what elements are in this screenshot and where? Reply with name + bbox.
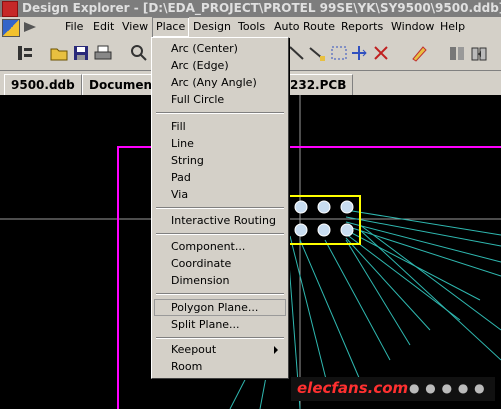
menu-separator: [156, 293, 284, 295]
move-selection-icon[interactable]: [350, 44, 368, 62]
menu-item-arc-any-angle[interactable]: Arc (Any Angle): [154, 74, 286, 91]
pencil-icon[interactable]: [410, 44, 428, 62]
menu-item-dimension[interactable]: Dimension: [154, 272, 286, 289]
tab-9500-ddb[interactable]: 9500.ddb: [4, 74, 82, 95]
interactive-route-icon[interactable]: [288, 44, 306, 62]
menu-item-keepout-label: Keepout: [171, 343, 217, 356]
menu-separator: [156, 112, 284, 114]
tab-232-pcb[interactable]: 232.PCB: [284, 74, 354, 95]
explorer-arrow-icon[interactable]: [24, 22, 36, 32]
menu-design[interactable]: Design: [189, 17, 235, 37]
menu-item-pad[interactable]: Pad: [154, 169, 286, 186]
menu-item-fill[interactable]: Fill: [154, 118, 286, 135]
place-line-icon[interactable]: [308, 44, 326, 62]
browse-library-icon[interactable]: [470, 44, 488, 62]
pad: [317, 223, 331, 237]
menu-window[interactable]: Window: [387, 17, 438, 37]
menu-item-room[interactable]: Room: [154, 358, 286, 375]
menu-item-arc-edge[interactable]: Arc (Edge): [154, 57, 286, 74]
pad: [340, 223, 354, 237]
menu-separator: [156, 207, 284, 209]
place-menu-dropdown: Arc (Center) Arc (Edge) Arc (Any Angle) …: [151, 37, 289, 379]
deselect-icon[interactable]: [372, 44, 390, 62]
watermark: elecfans.com ● ● ● ● ●: [291, 377, 495, 401]
menu-item-split-plane[interactable]: Split Plane...: [154, 316, 286, 333]
select-area-icon[interactable]: [330, 44, 348, 62]
menu-help[interactable]: Help: [436, 17, 469, 37]
pad: [294, 223, 308, 237]
menu-item-string[interactable]: String: [154, 152, 286, 169]
app-icon: [2, 1, 18, 17]
pad: [340, 200, 354, 214]
menu-place[interactable]: Place: [152, 17, 190, 37]
menu-item-interactive-routing[interactable]: Interactive Routing: [154, 212, 286, 229]
menu-separator: [156, 337, 284, 339]
library-icon[interactable]: [448, 44, 466, 62]
print-icon[interactable]: [94, 44, 112, 62]
menu-auto-route[interactable]: Auto Route: [270, 17, 339, 37]
menu-item-full-circle[interactable]: Full Circle: [154, 91, 286, 108]
watermark-glyphs: ● ● ● ● ●: [409, 381, 486, 395]
pad: [317, 200, 331, 214]
design-manager-icon[interactable]: [16, 44, 34, 62]
menu-item-line[interactable]: Line: [154, 135, 286, 152]
open-folder-icon[interactable]: [50, 44, 68, 62]
save-icon[interactable]: [72, 44, 90, 62]
menu-item-component[interactable]: Component...: [154, 238, 286, 255]
menu-edit[interactable]: Edit: [89, 17, 118, 37]
pad: [294, 200, 308, 214]
window-title: Design Explorer - [D:\EDA_PROJECT\PROTEL…: [22, 1, 501, 15]
menu-item-polygon-plane[interactable]: Polygon Plane...: [154, 299, 286, 316]
watermark-logo: elecfans.com: [297, 379, 409, 397]
menu-tools[interactable]: Tools: [234, 17, 269, 37]
system-menu-icon[interactable]: [2, 19, 20, 37]
menu-view[interactable]: View: [118, 17, 152, 37]
menu-separator: [156, 233, 284, 235]
menu-item-keepout[interactable]: Keepout: [154, 341, 286, 358]
menu-item-via[interactable]: Via: [154, 186, 286, 203]
menu-item-coordinate[interactable]: Coordinate: [154, 255, 286, 272]
menu-reports[interactable]: Reports: [337, 17, 387, 37]
zoom-in-icon[interactable]: [130, 44, 148, 62]
submenu-arrow-icon: [274, 346, 278, 354]
title-bar: Design Explorer - [D:\EDA_PROJECT\PROTEL…: [0, 0, 501, 17]
menu-item-arc-center[interactable]: Arc (Center): [154, 40, 286, 57]
menu-file[interactable]: File: [61, 17, 87, 37]
